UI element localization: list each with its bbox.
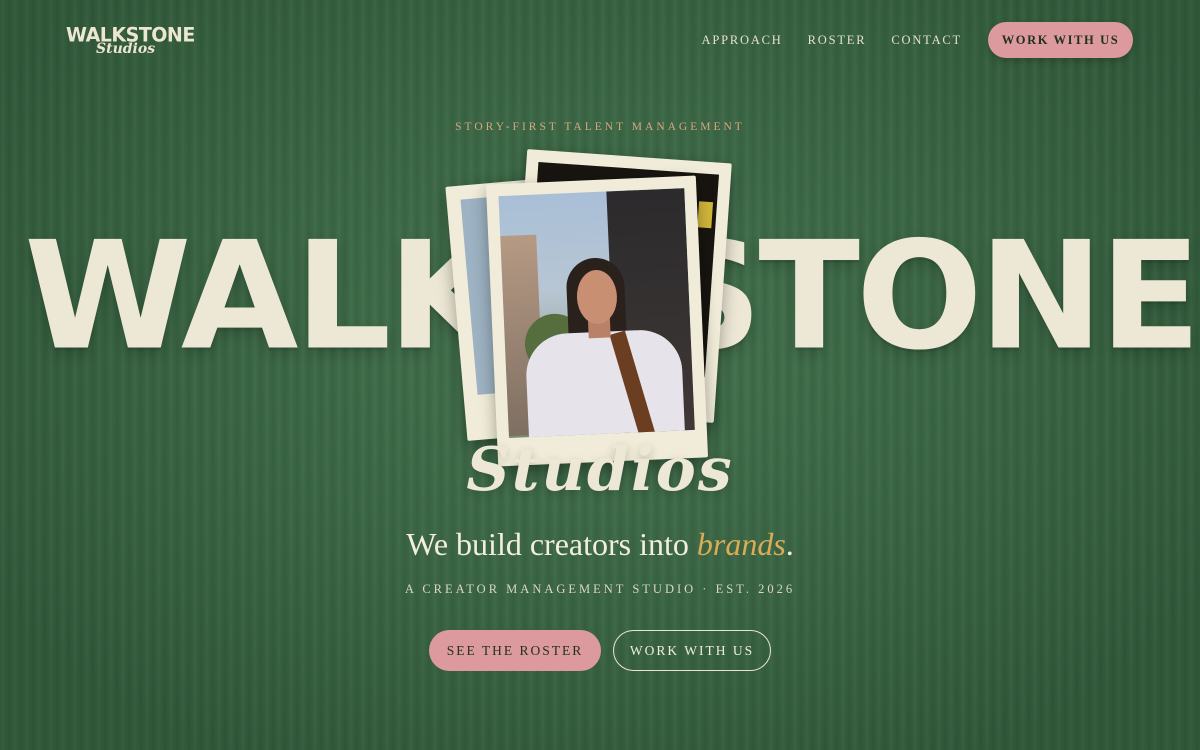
- polaroid-stack: [445, 149, 740, 480]
- nav-link-approach[interactable]: APPROACH: [702, 33, 783, 48]
- tagline-text: We build creators into: [406, 526, 697, 562]
- hero-script-studios: Studios: [466, 435, 734, 505]
- nav-link-contact[interactable]: CONTACT: [891, 33, 962, 48]
- work-with-us-button[interactable]: WORK WITH US: [613, 630, 771, 671]
- hero-subline: A CREATOR MANAGEMENT STUDIO · EST. 2026: [404, 582, 796, 596]
- logo[interactable]: WALKSTONE Studios: [66, 23, 195, 58]
- creator-photo: [498, 188, 695, 438]
- tagline-emphasis: brands: [696, 526, 786, 562]
- hero-word-walk: WALK: [24, 209, 505, 383]
- tagline-period: .: [785, 526, 794, 562]
- main-nav: APPROACH ROSTER CONTACT: [702, 33, 962, 48]
- nav-link-roster[interactable]: ROSTER: [808, 33, 867, 48]
- hero-tagline: We build creators into brands.: [0, 526, 1200, 563]
- hero-kicker: STORY-FIRST TALENT MANAGEMENT: [455, 121, 745, 133]
- nav-work-with-us-button[interactable]: WORK WITH US: [988, 22, 1133, 58]
- polaroid-front: [485, 175, 709, 467]
- logo-subtitle: Studios: [96, 41, 156, 57]
- see-the-roster-button[interactable]: SEE THE ROSTER: [429, 630, 601, 671]
